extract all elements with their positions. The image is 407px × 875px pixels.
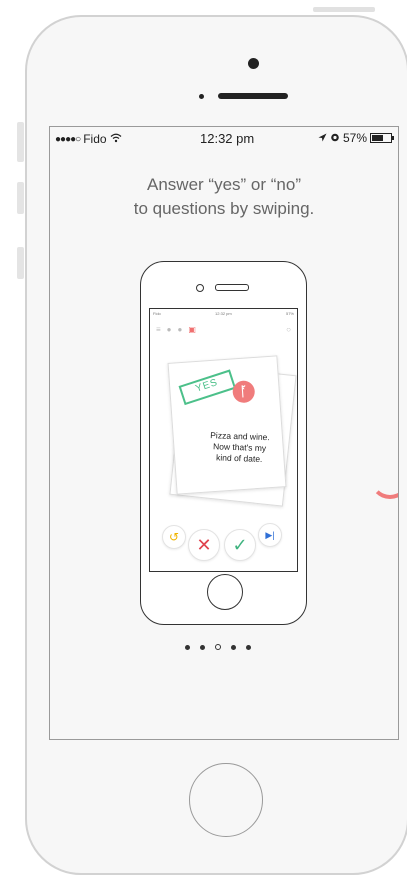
wifi-icon [110, 132, 122, 146]
illustrated-carrier: Fido [153, 311, 161, 316]
page-indicator[interactable] [185, 644, 251, 650]
signal-dots-icon: ●●●●○ [55, 133, 81, 145]
illustrated-home-button [207, 574, 243, 610]
illustrated-battery: 57% [285, 311, 294, 316]
swipe-hint-arc [370, 467, 398, 499]
status-left: ●●●●○ Fido [55, 132, 122, 146]
alarm-icon [330, 131, 340, 145]
search-icon: ○ [286, 324, 291, 334]
status-right: 57% [318, 131, 394, 145]
illustrated-status-bar: Fido 12:32 pm 57% [153, 311, 294, 317]
page-dot-1[interactable] [185, 644, 190, 650]
mute-switch [17, 122, 24, 162]
illustrated-time: 12:32 pm [215, 311, 232, 316]
carrier-label: Fido [83, 132, 107, 146]
question-card: YES ᚪ Pizza and wine. Now that's my kind… [167, 355, 287, 495]
illustrated-toolbar: ≡ ● ● ▣ ○ [156, 323, 291, 335]
illustrated-sensor [196, 284, 204, 292]
page-dot-2[interactable] [200, 644, 205, 650]
skip-icon: ▶| [258, 523, 282, 547]
illustrated-phone: Fido 12:32 pm 57% ≡ ● ● ▣ ○ YES ᚪ Pizza … [140, 261, 307, 625]
volume-up-button [17, 182, 24, 214]
home-button[interactable] [189, 763, 263, 837]
status-time: 12:32 pm [200, 131, 255, 146]
question-text: Pizza and wine. Now that's my kind of da… [194, 430, 285, 466]
check-icon: ✓ [224, 529, 256, 561]
front-camera [248, 58, 259, 69]
location-arrow-icon [318, 131, 327, 145]
page-dot-4[interactable] [231, 644, 236, 650]
flame-icon: ● [166, 324, 172, 334]
battery-percent: 57% [342, 131, 367, 145]
headline-line-2: to questions by swiping. [133, 199, 315, 218]
page-dot-5[interactable] [246, 644, 251, 650]
illustrated-speaker [215, 284, 249, 291]
power-button [313, 7, 375, 12]
earpiece-speaker [218, 93, 288, 99]
volume-down-button [17, 247, 24, 279]
menu-icon: ≡ [156, 324, 161, 334]
headline-line-1: Answer “yes” or “no” [147, 175, 301, 194]
onboarding-headline: Answer “yes” or “no” to questions by swi… [50, 173, 398, 221]
status-bar: ●●●●○ Fido 12:32 pm 57% [50, 127, 398, 147]
proximity-sensor [199, 94, 204, 99]
illustrated-actions: ↺ ✕ ✓ ▶| [162, 523, 282, 561]
page-dot-3-current[interactable] [215, 644, 221, 650]
battery-icon [370, 133, 394, 143]
question-line-3: kind of date. [215, 452, 263, 464]
cards-icon: ▣ [188, 324, 196, 334]
chat-icon: ● [177, 324, 183, 334]
device-screen: ●●●●○ Fido 12:32 pm 57% Answer “yes” or … [49, 126, 399, 740]
illustrated-screen: Fido 12:32 pm 57% ≡ ● ● ▣ ○ YES ᚪ Pizza … [149, 308, 298, 572]
fork-knife-icon: ᚪ [231, 380, 256, 404]
close-icon: ✕ [188, 529, 220, 561]
yes-stamp: YES [178, 369, 237, 406]
undo-icon: ↺ [162, 525, 186, 549]
